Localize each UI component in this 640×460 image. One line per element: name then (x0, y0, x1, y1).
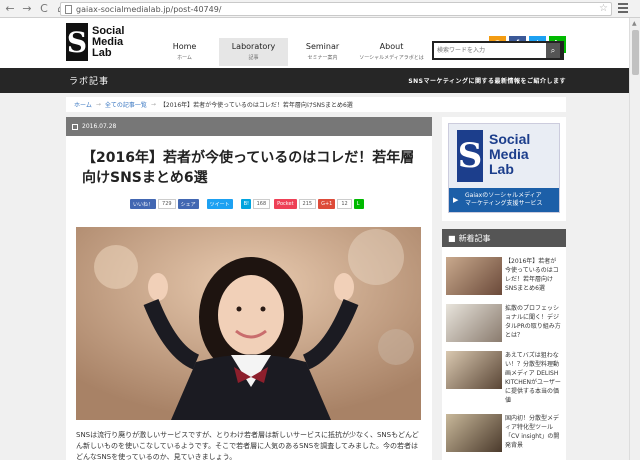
page-scrollbar[interactable]: ▲ (629, 18, 640, 460)
breadcrumb-separator: → (95, 101, 101, 108)
back-icon[interactable]: ← (3, 2, 17, 16)
ad-logo-text: Social Media Lab (489, 131, 531, 177)
new-article-item[interactable]: 【2016年】若者が今使っているのはコレだ！若年層向けSNSまとめ6選 (446, 257, 562, 295)
new-article-title: 国内初！分散型メディア特化型ツール「CV insight」の開発背景 (505, 415, 560, 449)
article-title: 【2016年】若者が今使っているのはコレだ！若年層向けSNSまとめ6選 (82, 150, 415, 186)
address-bar[interactable]: gaiax-socialmedialab.jp/post-40749/ (60, 2, 612, 16)
global-nav: Home ホーム Laboratory 記事 Seminar セミナー案内 Ab… (150, 38, 426, 66)
breadcrumb: ホーム → 全ての記事一覧 → 【2016年】若者が今使っているのはコレだ！若年… (66, 97, 566, 112)
section-tagline: SNSマーケティングに関する最新情報をご紹介します (408, 78, 566, 85)
new-article-title: 【2016年】若者が今使っているのはコレだ！若年層向けSNSまとめ6選 (505, 258, 559, 292)
gplus-count: 12 (337, 199, 352, 209)
pocket-button[interactable]: Pocket (274, 199, 297, 209)
breadcrumb-current: 【2016年】若者が今使っているのはコレだ！若年層向けSNSまとめ6選 (159, 102, 353, 109)
search-input[interactable] (434, 43, 546, 58)
article-body: SNSは流行り廃りが激しいサービスですが、とりわけ若者層は新しいサービスに抵抗が… (76, 431, 419, 460)
bullet-icon: ■ (448, 233, 456, 243)
ad-banner: S Social Media Lab ▶ Gaiaxのソーシャルメディア マーケ… (448, 123, 560, 213)
browser-toolbar: ← → C ⌂ gaiax-socialmedialab.jp/post-407… (0, 0, 640, 18)
forward-icon[interactable]: → (20, 2, 34, 16)
new-article-item[interactable]: 国内初！分散型メディア特化型ツール「CV insight」の開発背景 (446, 414, 562, 452)
bookmark-star-icon[interactable]: ☆ (599, 3, 608, 14)
facebook-share-button[interactable]: シェア (177, 199, 199, 209)
breadcrumb-home[interactable]: ホーム (74, 100, 92, 109)
like-count: 729 (158, 199, 176, 209)
facebook-like-button[interactable]: いいね！ (130, 199, 157, 209)
line-share-icon[interactable]: L (353, 199, 364, 209)
nav-laboratory[interactable]: Laboratory 記事 (219, 38, 288, 66)
tweet-button[interactable]: ツイート (206, 199, 233, 209)
new-article-item[interactable]: あえてバズは狙わない！？分散型料理動画メディア DELISH KITCHENがユ… (446, 351, 562, 405)
logo-text: Social Media Lab (92, 24, 125, 59)
article-thumbnail (446, 414, 502, 452)
sidebar-ad[interactable]: S Social Media Lab ▶ Gaiaxのソーシャルメディア マーケ… (442, 117, 566, 221)
site-logo[interactable]: S Social Media Lab (66, 22, 138, 62)
arrow-icon: ▶ (453, 196, 459, 204)
logo-mark: S (66, 23, 88, 61)
url-text: gaiax-socialmedialab.jp/post-40749/ (76, 4, 222, 14)
new-article-item[interactable]: 拡散のプロフェッショナルに聞く！デジタルPRの取り組み方とは？ (446, 304, 562, 342)
page-icon (65, 4, 72, 14)
search-icon[interactable]: ⌕ (546, 43, 560, 58)
nav-home[interactable]: Home ホーム (150, 38, 219, 66)
new-articles-heading: ■ 新着記事 (442, 229, 566, 247)
hero-image (76, 227, 421, 420)
section-band: ラボ記事 SNSマーケティングに関する最新情報をご紹介します (0, 68, 629, 93)
section-title: ラボ記事 (69, 77, 110, 87)
hatena-button[interactable]: B! (240, 199, 251, 209)
new-articles-widget: ■ 新着記事 【2016年】若者が今使っているのはコレだ！若年層向けSNSまとめ… (442, 229, 566, 460)
nav-seminar[interactable]: Seminar セミナー案内 (288, 38, 357, 66)
hatena-count: 168 (252, 199, 271, 209)
share-buttons: いいね！ 729 シェア ツイート B! 168 Pocket 215 G+1 … (130, 199, 364, 209)
calendar-icon (72, 123, 78, 130)
scroll-thumb[interactable] (632, 30, 639, 75)
article-thumbnail (446, 257, 502, 295)
article-card: 2016.07.28 【2016年】若者が今使っているのはコレだ！若年層向けSN… (66, 117, 432, 460)
nav-about[interactable]: About ソーシャルメディアラボとは (357, 38, 426, 66)
pocket-count: 215 (298, 199, 317, 209)
article-thumbnail (446, 304, 502, 342)
ad-caption: ▶ Gaiaxのソーシャルメディア マーケティング支援サービス (449, 188, 559, 212)
site-search: ⌕ (432, 41, 564, 60)
new-article-title: あえてバズは狙わない！？分散型料理動画メディア DELISH KITCHENがユ… (505, 352, 561, 404)
date-bar: 2016.07.28 (66, 117, 432, 136)
article-thumbnail (446, 351, 502, 389)
breadcrumb-article-list[interactable]: 全ての記事一覧 (105, 100, 147, 109)
post-date: 2016.07.28 (82, 123, 117, 130)
reload-icon[interactable]: C (37, 2, 51, 16)
browser-menu-icon[interactable] (618, 2, 628, 14)
gplus-button[interactable]: G+1 (318, 199, 336, 209)
ad-logo-mark: S (457, 130, 483, 182)
new-article-title: 拡散のプロフェッショナルに聞く！デジタルPRの取り組み方とは？ (505, 305, 561, 339)
breadcrumb-separator: → (150, 101, 156, 108)
scroll-up-icon[interactable]: ▲ (632, 20, 637, 27)
